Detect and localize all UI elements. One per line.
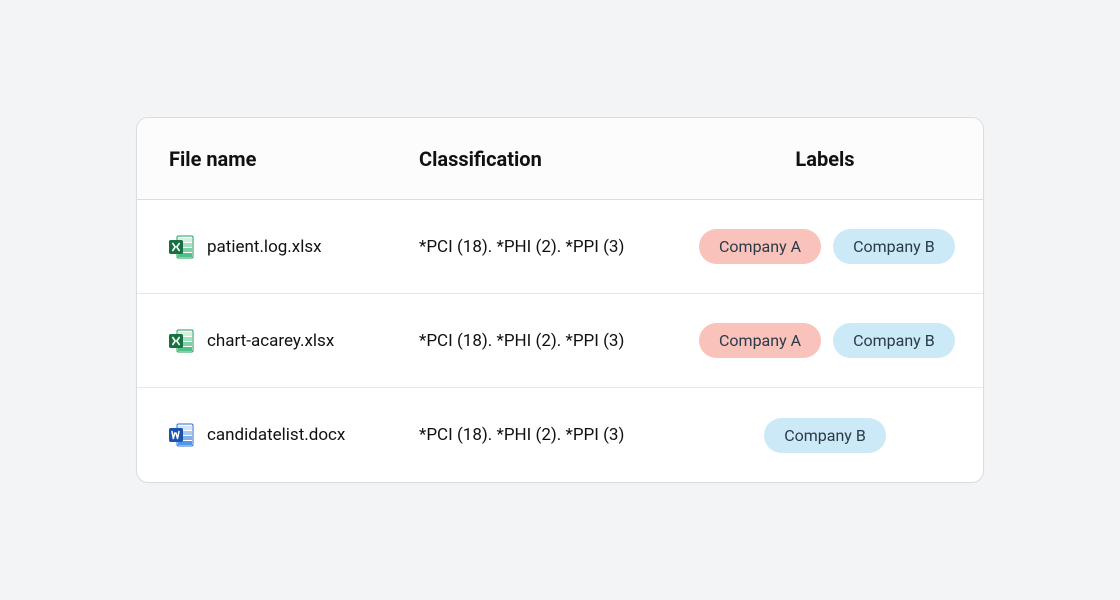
header-file-name: File name [169,147,419,171]
labels-cell: Company A Company B [699,229,955,264]
file-name-text: chart-acarey.xlsx [207,331,334,351]
label-pill[interactable]: Company B [833,323,955,358]
word-icon [169,422,195,448]
table-header-row: File name Classification Labels [137,118,983,200]
file-name-text: candidatelist.docx [207,425,345,445]
labels-cell: Company B [699,418,951,453]
label-pill[interactable]: Company B [833,229,955,264]
header-classification: Classification [419,147,699,171]
excel-icon [169,234,195,260]
header-labels: Labels [699,147,951,171]
file-cell: candidatelist.docx [169,422,419,448]
label-pill[interactable]: Company A [699,229,821,264]
table-row[interactable]: patient.log.xlsx *PCI (18). *PHI (2). *P… [137,200,983,294]
classification-text: *PCI (18). *PHI (2). *PPI (3) [419,425,699,445]
file-cell: patient.log.xlsx [169,234,419,260]
table-row[interactable]: candidatelist.docx *PCI (18). *PHI (2). … [137,388,983,482]
classification-text: *PCI (18). *PHI (2). *PPI (3) [419,331,699,351]
file-table-card: File name Classification Labels patient.… [136,117,984,483]
label-pill[interactable]: Company B [764,418,886,453]
label-pill[interactable]: Company A [699,323,821,358]
classification-text: *PCI (18). *PHI (2). *PPI (3) [419,237,699,257]
file-name-text: patient.log.xlsx [207,237,322,257]
excel-icon [169,328,195,354]
file-cell: chart-acarey.xlsx [169,328,419,354]
table-row[interactable]: chart-acarey.xlsx *PCI (18). *PHI (2). *… [137,294,983,388]
labels-cell: Company A Company B [699,323,955,358]
